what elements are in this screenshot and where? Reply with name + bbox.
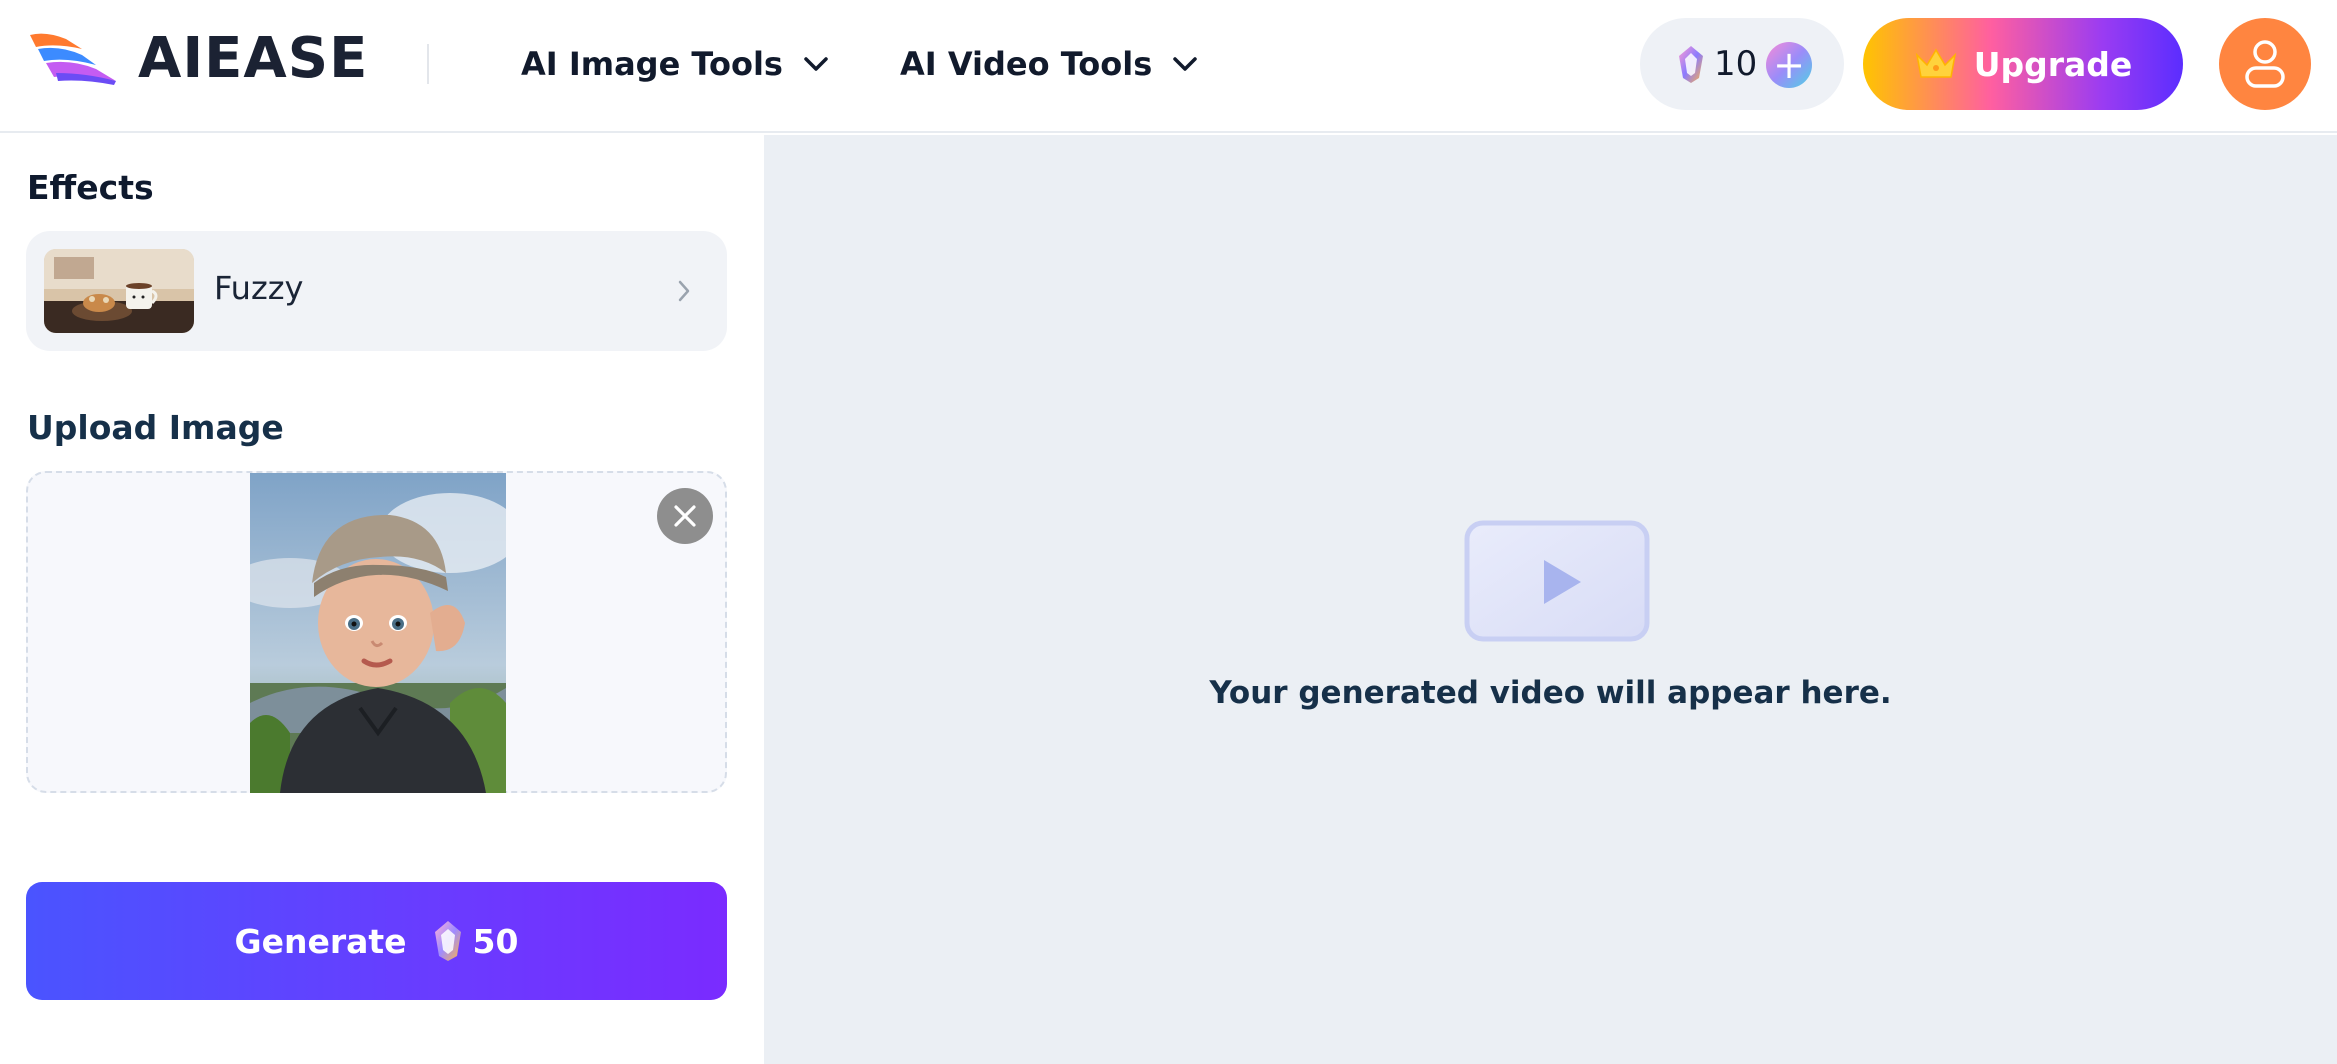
generate-cost: 50 [473,922,519,961]
nav-ai-video-tools[interactable]: AI Video Tools [900,38,1198,90]
gem-icon [1676,44,1706,84]
gem-icon [433,919,463,963]
chevron-right-icon [677,279,691,303]
credits-pill[interactable]: 10 + [1640,18,1844,110]
generate-button[interactable]: Generate 50 [26,882,727,1000]
effect-thumbnail [44,249,194,333]
brand-logo[interactable]: AIEASE [26,28,368,88]
avatar[interactable] [2219,18,2311,110]
uploaded-image [250,473,506,793]
upload-title: Upload Image [27,408,284,447]
top-header: AIEASE AI Image Tools AI Video Tools 10 … [0,0,2337,133]
effect-selector[interactable]: Fuzzy [26,231,727,351]
upgrade-button[interactable]: Upgrade [1863,18,2183,110]
user-icon [2244,39,2286,89]
chevron-down-icon [803,55,829,73]
generate-label: Generate [235,922,407,961]
remove-image-button[interactable] [657,488,713,544]
nav-ai-image-tools[interactable]: AI Image Tools [521,38,829,90]
video-preview-area: Your generated video will appear here. [764,135,2337,1064]
play-icon [1464,520,1650,642]
preview-placeholder-text: Your generated video will appear here. [764,675,2337,711]
credits-count: 10 [1714,44,1757,84]
effects-title: Effects [27,168,154,207]
settings-panel: Effects Fuzzy Upload Image [0,135,764,1064]
plus-icon[interactable]: + [1766,42,1812,88]
header-divider [427,44,429,84]
close-icon [673,504,697,528]
chevron-down-icon [1172,55,1198,73]
effect-name: Fuzzy [214,269,303,307]
nav-label: AI Image Tools [521,45,783,83]
logo-icon [26,29,120,87]
brand-name: AIEASE [138,26,368,91]
upgrade-label: Upgrade [1974,45,2133,84]
image-upload-area[interactable] [26,471,727,793]
crown-icon [1914,47,1958,81]
nav-label: AI Video Tools [900,45,1152,83]
